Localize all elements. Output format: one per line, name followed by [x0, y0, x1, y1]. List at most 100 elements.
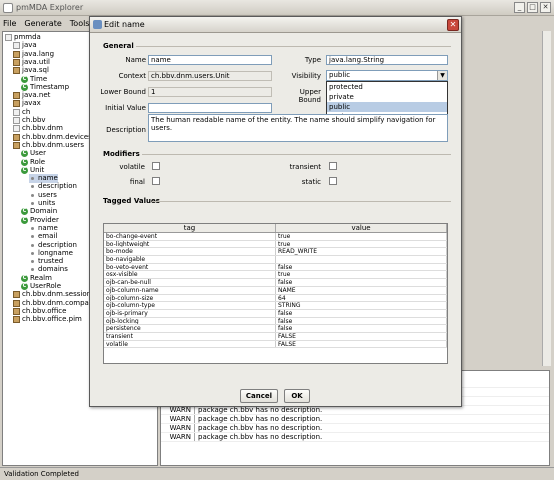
ok-button[interactable]: OK	[284, 389, 310, 403]
table-row[interactable]: ojb-locking false	[104, 317, 447, 326]
value-cell[interactable]: false	[276, 263, 447, 271]
value-cell[interactable]: FALSE	[276, 332, 447, 340]
package-icon	[13, 291, 20, 299]
package-icon	[13, 50, 20, 58]
attribute-icon	[31, 177, 34, 181]
minimize-button[interactable]: _	[514, 2, 525, 13]
class-icon: C	[21, 150, 28, 158]
description-label: Description	[106, 126, 146, 134]
tag-cell[interactable]: ojb-column-size	[104, 294, 276, 302]
menu-tools[interactable]: Tools	[70, 19, 90, 28]
visibility-option-protected[interactable]: protected	[327, 82, 447, 92]
value-cell[interactable]: 64	[276, 294, 447, 302]
table-row[interactable]: ojb-column-type STRING	[104, 302, 447, 310]
table-row[interactable]: bo-navigable	[104, 256, 447, 264]
static-checkbox[interactable]	[329, 177, 337, 185]
menu-file[interactable]: File	[3, 19, 16, 28]
edit-dialog: Edit name ✕ General Name name Type java.…	[89, 16, 462, 407]
table-row[interactable]: transient FALSE	[104, 332, 447, 341]
tree-item[interactable]: ch.bbv.office.pim	[13, 315, 82, 324]
tag-cell[interactable]: bo-mode	[104, 248, 276, 256]
value-cell[interactable]: true	[276, 240, 447, 248]
maximize-button[interactable]: □	[527, 2, 538, 13]
value-cell[interactable]: READ_WRITE	[276, 248, 447, 256]
context-label: Context	[118, 72, 146, 80]
table-row[interactable]: bo-mode READ_WRITE	[104, 248, 447, 257]
static-label: static	[301, 178, 321, 186]
value-cell[interactable]: true	[276, 233, 447, 240]
table-row[interactable]: persistence false	[104, 325, 447, 333]
transient-label: transient	[289, 163, 321, 171]
value-cell[interactable]: false	[276, 325, 447, 332]
table-row[interactable]: volatile FALSE	[104, 340, 447, 349]
class-icon: C	[21, 283, 28, 290]
transient-checkbox[interactable]	[329, 162, 337, 170]
tag-cell[interactable]: bo-change-event	[104, 233, 276, 240]
general-section-label: General	[103, 42, 134, 50]
app-icon	[3, 3, 13, 13]
value-cell[interactable]: FALSE	[276, 340, 447, 348]
table-row[interactable]: bo-change-event true	[104, 233, 447, 241]
folder-icon	[13, 125, 20, 133]
volatile-checkbox[interactable]	[152, 162, 160, 170]
description-textarea[interactable]: The human readable name of the entity. T…	[148, 114, 448, 142]
tag-cell[interactable]: bo-lightweight	[104, 240, 276, 248]
table-row[interactable]: osx-visible true	[104, 271, 447, 280]
name-field[interactable]: name	[148, 55, 272, 65]
final-checkbox[interactable]	[152, 177, 160, 185]
visibility-option-private[interactable]: private	[327, 92, 447, 102]
log-message: package ch.bbv has no description.	[198, 424, 323, 432]
right-scrollbar[interactable]	[542, 31, 551, 366]
tag-cell[interactable]: ojb-can-be-null	[104, 279, 276, 286]
table-row[interactable]: bo-lightweight true	[104, 240, 447, 249]
class-icon: C	[21, 208, 28, 216]
initial-value-field[interactable]	[148, 103, 272, 113]
dialog-titlebar[interactable]: Edit name ✕	[90, 17, 461, 33]
tag-cell[interactable]: bo-navigable	[104, 256, 276, 263]
tag-cell[interactable]: osx-visible	[104, 271, 276, 279]
column-header-tag[interactable]: tag	[104, 224, 276, 232]
tag-cell[interactable]: transient	[104, 332, 276, 340]
table-row[interactable]: ojb-column-name NAME	[104, 286, 447, 295]
table-row[interactable]: ojb-is-primary false	[104, 309, 447, 318]
dialog-close-icon[interactable]: ✕	[447, 19, 459, 31]
value-cell[interactable]: false	[276, 279, 447, 286]
visibility-label: Visibility	[291, 72, 321, 80]
log-message: package ch.bbv has no description.	[198, 415, 323, 423]
value-cell[interactable]	[276, 256, 447, 263]
tag-cell[interactable]: ojb-locking	[104, 317, 276, 325]
column-header-value[interactable]: value	[276, 224, 447, 232]
cancel-button[interactable]: Cancel	[240, 389, 278, 403]
visibility-option-public[interactable]: public	[327, 102, 447, 112]
chevron-down-icon[interactable]: ▼	[437, 71, 447, 80]
context-field: ch.bbv.dnm.users.Unit	[148, 71, 272, 81]
tag-cell[interactable]: volatile	[104, 340, 276, 348]
table-row[interactable]: ojb-column-size 64	[104, 294, 447, 303]
tag-cell[interactable]: ojb-is-primary	[104, 309, 276, 317]
lower-bound-label: Lower Bound	[100, 88, 146, 96]
folder-icon	[5, 34, 12, 41]
value-cell[interactable]: NAME	[276, 286, 447, 294]
value-cell[interactable]: false	[276, 309, 447, 317]
table-row[interactable]: bo-veto-event false	[104, 263, 447, 272]
tag-cell[interactable]: persistence	[104, 325, 276, 332]
class-icon: C	[21, 166, 28, 174]
lower-bound-field[interactable]: 1	[148, 87, 272, 97]
class-icon: C	[21, 83, 28, 91]
tagged-values-table[interactable]: tag value bo-change-event true bo-lightwei…	[103, 223, 448, 364]
value-cell[interactable]: false	[276, 317, 447, 325]
visibility-select[interactable]: public ▼	[326, 70, 448, 81]
menu-generate[interactable]: Generate	[24, 19, 61, 28]
tag-cell[interactable]: ojb-column-name	[104, 286, 276, 294]
name-label: Name	[125, 56, 146, 64]
tag-cell[interactable]: ojb-column-type	[104, 302, 276, 309]
attribute-icon	[31, 185, 34, 189]
log-row: WARNpackage ch.bbv has no description.	[161, 406, 549, 415]
table-row[interactable]: ojb-can-be-null false	[104, 279, 447, 287]
value-cell[interactable]: true	[276, 271, 447, 279]
type-field[interactable]: java.lang.String	[326, 55, 448, 65]
value-cell[interactable]: STRING	[276, 302, 447, 309]
tag-cell[interactable]: bo-veto-event	[104, 263, 276, 271]
class-icon: C	[21, 158, 28, 166]
close-button[interactable]: ✕	[540, 2, 551, 13]
